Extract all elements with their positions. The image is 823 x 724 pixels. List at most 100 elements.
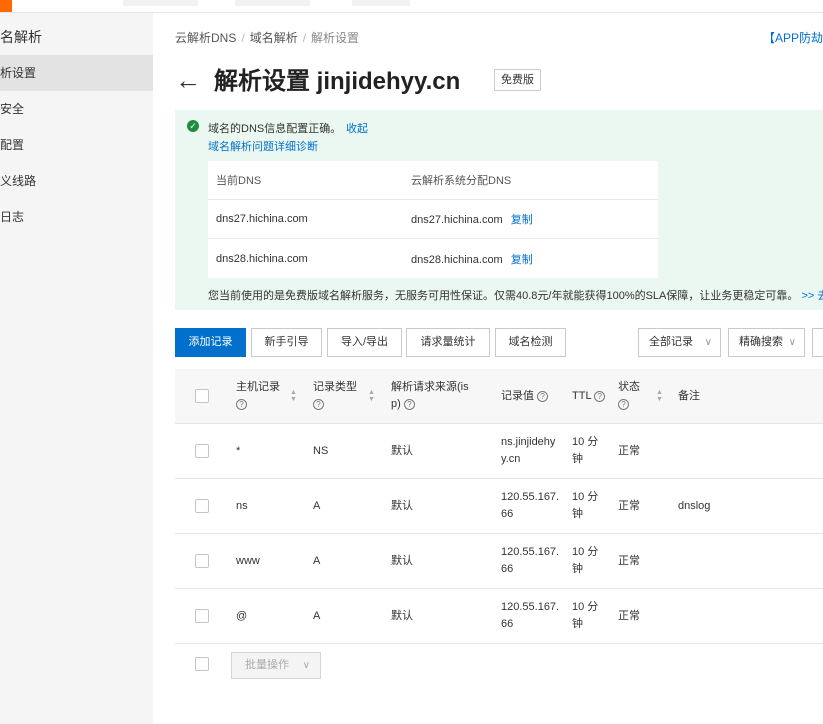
- request-stats-button[interactable]: 请求量统计: [406, 328, 490, 357]
- dns-header-assigned: 云解析系统分配DNS: [411, 175, 512, 187]
- sidebar-item-label: 义线路: [0, 174, 37, 188]
- sidebar-item-label: 配置: [0, 138, 25, 152]
- sidebar-item-logs[interactable]: 日志: [0, 199, 153, 235]
- cell-ttl-line: 10 分: [572, 436, 599, 448]
- sidebar-item-config[interactable]: 配置: [0, 127, 153, 163]
- brand-logo[interactable]: [0, 0, 12, 12]
- header-value: 记录值 ?: [501, 388, 549, 405]
- cell-type: NS: [313, 445, 329, 457]
- help-icon[interactable]: ?: [313, 398, 324, 410]
- add-record-button[interactable]: 添加记录: [175, 328, 246, 357]
- dns-current: dns28.hichina.com: [216, 252, 308, 265]
- cell-host: ns: [236, 500, 248, 512]
- cell-line: 默认: [391, 445, 413, 457]
- header-type[interactable]: 记录类型?: [313, 379, 357, 413]
- header-line[interactable]: 解析请求来源(is p) ?: [391, 379, 469, 413]
- cell-host: www: [236, 555, 260, 567]
- select-all-checkbox[interactable]: [195, 389, 209, 403]
- sidebar-item-label: 析设置: [0, 66, 37, 80]
- breadcrumb-separator: /: [241, 31, 245, 45]
- breadcrumb-separator: /: [302, 31, 307, 45]
- cell-status: 正常: [618, 500, 640, 512]
- top-nav-item[interactable]: [352, 0, 410, 6]
- chevron-down-icon: ∨: [302, 660, 310, 671]
- breadcrumb-item[interactable]: 云解析DNS: [175, 31, 236, 45]
- sort-icon[interactable]: ▲ ▼: [368, 389, 375, 403]
- domain-check-button[interactable]: 域名检测: [495, 328, 566, 357]
- sort-icon[interactable]: ▲ ▼: [656, 389, 663, 403]
- header-line-label: p): [391, 398, 401, 410]
- search-mode-value: 精确搜索: [739, 336, 783, 348]
- cell-line: 默认: [391, 610, 413, 622]
- row-checkbox[interactable]: [195, 444, 209, 458]
- upgrade-text: 您当前使用的是免费版域名解析服务，无服务可用性保证。仅需40.8元/年就能获得1…: [208, 290, 799, 302]
- cell-host: *: [236, 445, 241, 457]
- cell-status: 正常: [618, 610, 640, 622]
- header-value-label: 记录值: [501, 390, 534, 402]
- sort-icon[interactable]: ▲ ▼: [290, 389, 297, 403]
- cell-line: 默认: [391, 500, 413, 512]
- cell-ttl: 10 分钟: [572, 544, 598, 578]
- help-icon[interactable]: ?: [403, 398, 415, 410]
- header-remark: 备注: [678, 390, 700, 402]
- cell-value: 120.55.167. 66: [501, 544, 559, 578]
- cell-status: 正常: [618, 445, 640, 457]
- help-icon[interactable]: ?: [594, 390, 606, 402]
- cell-ttl-line: 钟: [572, 563, 583, 575]
- header-type-label: 记录类型: [313, 381, 357, 393]
- dns-assigned-cell: dns28.hichina.com 复制: [403, 251, 658, 267]
- header-line-label: 解析请求来源(is: [391, 381, 469, 393]
- app-hijack-link[interactable]: 【APP防劫: [763, 29, 823, 46]
- help-icon[interactable]: ?: [236, 398, 247, 410]
- diagnose-link[interactable]: 域名解析问题详细诊断: [208, 138, 318, 154]
- search-mode-select[interactable]: 精确搜索 ∨: [728, 328, 805, 357]
- back-arrow-icon[interactable]: ←: [175, 67, 201, 93]
- cell-status: 正常: [618, 555, 640, 567]
- guide-button[interactable]: 新手引导: [251, 328, 322, 357]
- row-checkbox[interactable]: [195, 609, 209, 623]
- breadcrumb-current: 解析设置: [311, 31, 360, 45]
- breadcrumb-item[interactable]: 域名解析: [250, 31, 298, 45]
- alert-message: 域名的DNS信息配置正确。: [208, 123, 342, 135]
- header-status[interactable]: 状态?: [618, 379, 640, 413]
- import-export-button[interactable]: 导入/导出: [327, 328, 402, 357]
- breadcrumb: 云解析DNS / 域名解析 / 解析设置: [175, 29, 359, 46]
- top-bar: [0, 0, 823, 13]
- batch-actions-button[interactable]: 批量操作 ∨: [231, 652, 321, 679]
- record-filter-value: 全部记录: [649, 336, 693, 348]
- cell-value-line: 66: [501, 618, 514, 630]
- cell-ttl: 10 分钟: [572, 434, 598, 468]
- row-checkbox[interactable]: [195, 554, 209, 568]
- cell-ttl-line: 钟: [572, 618, 583, 630]
- header-status-label: 状态: [618, 381, 640, 393]
- top-nav-item[interactable]: [235, 0, 310, 6]
- sidebar-item-custom-line[interactable]: 义线路: [0, 163, 153, 199]
- sidebar-item-security[interactable]: 安全: [0, 91, 153, 127]
- record-filter-select[interactable]: 全部记录 ∨: [638, 328, 721, 357]
- cell-ttl: 10 分钟: [572, 599, 598, 633]
- cell-value-line: ns.jinjidehy: [501, 436, 556, 448]
- dns-row: dns27.hichina.com dns27.hichina.com 复制: [208, 200, 658, 239]
- sidebar-item-settings[interactable]: 析设置: [0, 55, 153, 91]
- cell-type: A: [313, 555, 321, 567]
- footer-select-all-checkbox[interactable]: [195, 657, 209, 671]
- cell-type: A: [313, 500, 321, 512]
- help-icon[interactable]: ?: [618, 398, 629, 410]
- copy-link[interactable]: 复制: [511, 254, 533, 266]
- dns-current: dns27.hichina.com: [216, 213, 308, 225]
- collapse-link[interactable]: 收起: [346, 120, 368, 136]
- row-checkbox[interactable]: [195, 499, 209, 513]
- copy-link[interactable]: 复制: [511, 214, 533, 226]
- cell-host: @: [236, 610, 248, 622]
- top-nav-item[interactable]: [123, 0, 198, 6]
- search-input[interactable]: [812, 328, 823, 357]
- help-icon[interactable]: ?: [537, 390, 549, 402]
- sidebar-item-label: 安全: [0, 102, 25, 116]
- main-content: 云解析DNS / 域名解析 / 解析设置 【APP防劫 ← 解析设置 jinjidehy…: [153, 13, 823, 724]
- dns-header-current: 当前DNS: [216, 175, 262, 187]
- table-row: @ A 默认 120.55.167. 66 10 分钟 正常: [175, 589, 823, 644]
- upgrade-link[interactable]: >> 去升: [801, 290, 823, 302]
- header-host[interactable]: 主机记录?: [236, 379, 280, 413]
- cell-value-line: 120.55.167.: [501, 601, 560, 613]
- sidebar-title: 名解析: [0, 29, 42, 45]
